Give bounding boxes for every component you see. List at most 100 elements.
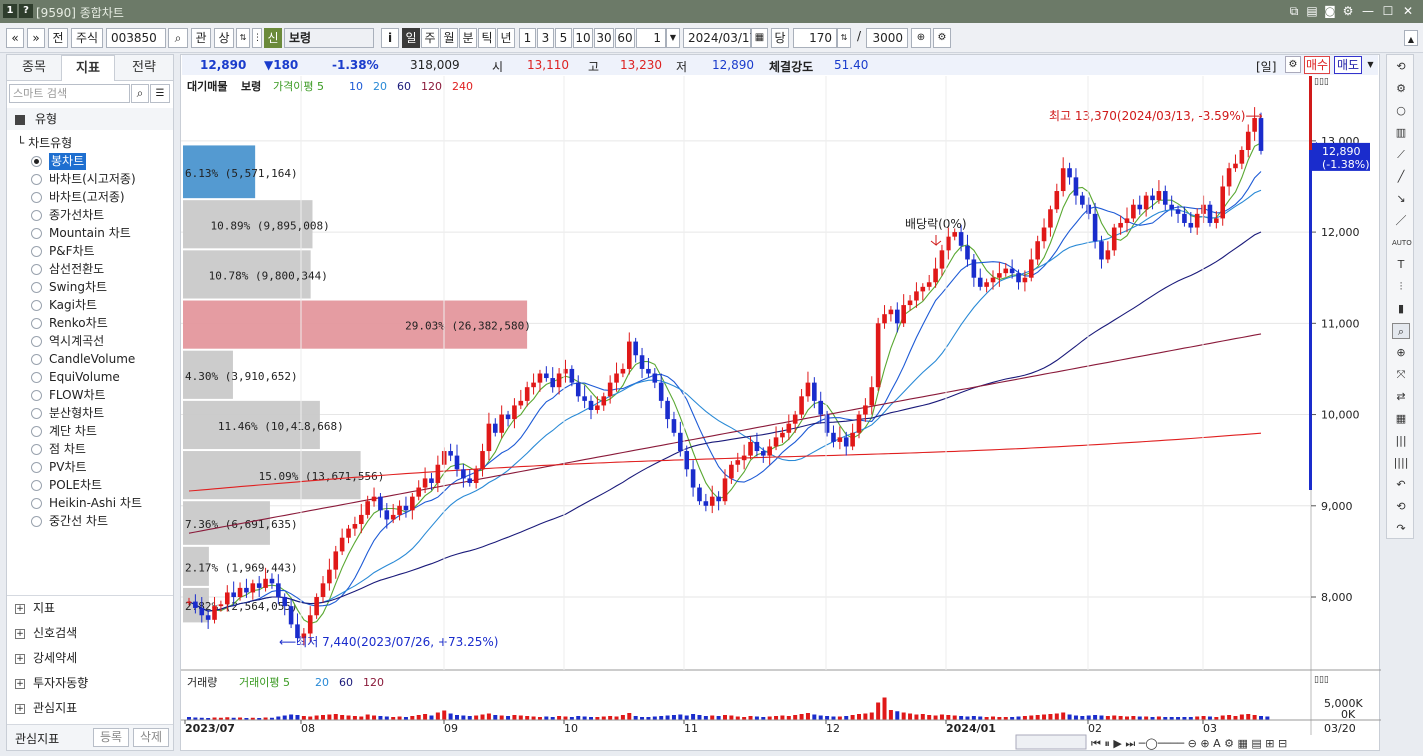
scroll-up-icon[interactable]: ▲ [1404,30,1418,46]
candle-toggle-icon[interactable]: ▮ [1392,301,1410,317]
radio-icon[interactable] [31,300,42,311]
columns2-icon[interactable]: |||| [1392,455,1410,471]
radio-icon[interactable] [31,462,42,473]
radio-icon[interactable] [31,282,42,293]
mult-5[interactable]: 5 [555,28,572,48]
minimize-icon[interactable]: — [1360,3,1376,19]
trend-tool-icon[interactable]: ⟋ [1392,147,1410,163]
indicator-group[interactable]: + 투자자동향 [15,672,88,694]
radio-icon[interactable] [31,192,42,203]
total-count-input[interactable]: 3000 [866,28,908,48]
scale-icon[interactable]: ⇄ [1392,389,1410,405]
help-button[interactable]: ? [19,4,33,18]
scroll-down-icon[interactable]: ▼ [1365,57,1376,73]
ray-tool-icon[interactable]: ↘ [1392,191,1410,207]
radio-icon[interactable] [31,228,42,239]
radio-icon[interactable] [31,480,42,491]
tab-indicators[interactable]: 지표 [61,55,115,81]
radio-icon[interactable] [31,210,42,221]
prev-button[interactable]: « [6,28,24,48]
radio-icon[interactable] [31,372,42,383]
period-day[interactable]: 일 [402,28,420,48]
register-button[interactable]: 등록 [93,728,129,747]
tab-strategy[interactable]: 전략 [115,55,173,81]
close-icon[interactable]: ✕ [1400,3,1416,19]
related-button[interactable]: 관 [191,28,211,48]
expand-icon[interactable]: + [15,703,25,714]
buy-button[interactable]: 매수 [1304,56,1330,74]
info-button[interactable]: i [381,28,399,48]
indicator-group[interactable]: + 관심지표 [15,697,77,719]
market-button[interactable]: 전 [48,28,68,48]
radio-icon[interactable] [31,516,42,527]
smart-search-input[interactable]: 스마트 검색 [9,84,130,103]
rank-button[interactable]: 상 [214,28,234,48]
radio-icon[interactable] [31,246,42,257]
mult-10[interactable]: 10 [573,28,593,48]
chart-settings-icon[interactable]: ⚙ [933,28,951,48]
radio-icon[interactable] [31,156,42,167]
stock-code-input[interactable]: 003850 [106,28,166,48]
period-week[interactable]: 주 [421,28,439,48]
period-minute[interactable]: 분 [459,28,477,48]
radio-icon[interactable] [31,318,42,329]
sell-button[interactable]: 매도 [1334,56,1362,74]
radio-icon[interactable] [31,336,42,347]
gear-icon[interactable]: ⚙ [1392,81,1410,97]
radio-icon[interactable] [31,408,42,419]
diag-line-icon[interactable]: ／ [1392,213,1410,229]
expand-icon[interactable]: + [15,678,25,689]
mult-60[interactable]: 60 [615,28,635,48]
bar-chart-icon[interactable]: ▥ [1392,125,1410,141]
delete-button[interactable]: 삭제 [133,728,169,747]
undo-icon[interactable]: ↶ [1392,477,1410,493]
refresh-icon[interactable]: ⟲ [1392,59,1410,75]
visible-stepper-icon[interactable]: ⇅ [837,28,851,48]
text-tool-icon[interactable]: T [1392,257,1410,273]
mult-1[interactable]: 1 [519,28,536,48]
auto-icon[interactable]: AUTO [1392,235,1412,251]
copy-icon[interactable]: ▤ [1304,3,1320,19]
link-icon[interactable]: ⧉ [1286,3,1302,19]
radio-icon[interactable] [31,354,42,365]
maximize-icon[interactable]: ☐ [1380,3,1396,19]
columns-icon[interactable]: ||| [1392,433,1410,449]
radio-icon[interactable] [31,174,42,185]
current-button[interactable]: 당 [771,28,789,48]
expand-icon[interactable]: + [15,653,25,664]
line-tool-icon[interactable]: ╱ [1392,169,1410,185]
mult-3[interactable]: 3 [537,28,554,48]
radio-icon[interactable] [31,264,42,275]
expand-icon[interactable]: + [15,603,25,614]
period-tick[interactable]: 틱 [478,28,496,48]
search-icon[interactable]: ⌕ [168,28,188,48]
chart-area[interactable]: 13,000 12,000 11,000 10,000 9,000 8,000 2.82% … [180,54,1381,752]
visible-count-input[interactable]: 170 [793,28,837,48]
type-section-header[interactable]: 유형 [7,108,173,130]
radio-icon[interactable] [31,390,42,401]
next-button[interactable]: » [27,28,45,48]
count-input[interactable]: 1 [636,28,666,48]
radio-icon[interactable] [31,444,42,455]
count-dropdown-icon[interactable]: ▼ [666,28,680,48]
indicator-group[interactable]: + 강세약세 [15,647,77,669]
price-chart-svg[interactable]: 13,00012,00011,00010,0009,0008,0002.82% … [181,55,1381,752]
tab-stocks[interactable]: 종목 [7,55,61,81]
more-icon[interactable]: ⋮ [252,28,262,48]
radio-icon[interactable] [31,426,42,437]
search-icon[interactable]: ⌕ [131,84,149,103]
indicator-group[interactable]: + 지표 [15,597,55,619]
settings-icon[interactable]: ⚙ [1285,56,1301,73]
radio-icon[interactable] [31,498,42,509]
settings-icon[interactable]: ⚙ [1340,3,1356,19]
camera-icon[interactable]: ◙ [1322,3,1338,19]
indicator-group[interactable]: + 신호검색 [15,622,77,644]
zoom-in-icon[interactable]: ⊕ [911,28,931,48]
candle-tool-icon[interactable]: ⫶ [1392,279,1410,295]
asset-type-button[interactable]: 주식 [71,28,103,48]
date-input[interactable]: 2024/03/17 [683,28,757,48]
period-year[interactable]: 년 [497,28,515,48]
grid-icon[interactable]: ▦ [1392,411,1410,427]
window-number-button[interactable]: 1 [3,4,17,18]
circle-icon[interactable]: ○ [1392,103,1410,119]
